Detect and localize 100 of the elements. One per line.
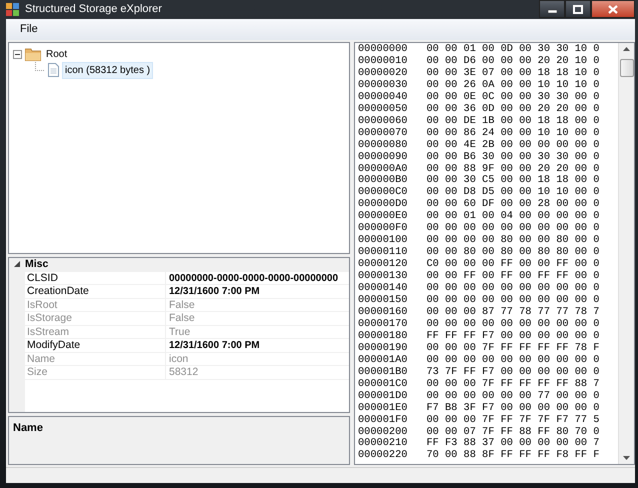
hex-address: 00000030	[358, 80, 408, 92]
tree-item[interactable]: icon (58312 bytes )	[62, 62, 154, 78]
hex-bytes: 00 00 00 00 00 00 77 00 00 0	[426, 390, 600, 403]
property-name: CLSID	[25, 272, 166, 284]
menu-item[interactable]: File	[14, 20, 44, 39]
hex-address: 00000020	[358, 68, 408, 80]
hex-address: 00000170	[358, 318, 408, 331]
hex-bytes: 00 00 00 00 00 00 00 00 00 0	[426, 295, 600, 307]
hex-address: 00000090	[358, 152, 408, 164]
hex-address: 00000130	[358, 271, 408, 283]
hex-address: 00000120	[358, 259, 408, 271]
hex-bytes: 00 00 00 00 00 00 00 00 00 0	[426, 354, 600, 367]
hex-address: 000001C0	[358, 378, 408, 391]
hex-address: 00000190	[358, 342, 408, 355]
collapse-icon[interactable]	[14, 261, 20, 268]
hex-bytes: 00 00 00 7F FF FF FF FF 88 7	[426, 378, 600, 391]
scroll-thumb[interactable]	[620, 59, 634, 77]
property-name: Size	[25, 366, 166, 378]
hex-bytes: 00 00 DE 1B 00 00 18 18 00 0	[426, 116, 600, 128]
hex-address: 00000050	[358, 104, 408, 116]
hex-bytes: 00 00 D6 00 00 00 20 20 10 0	[426, 56, 600, 68]
hex-address: 00000080	[358, 140, 408, 152]
hex-address: 000000D0	[358, 199, 408, 211]
hex-address: 00000110	[358, 247, 408, 259]
property-name: CreationDate	[25, 285, 166, 298]
hex-address: 00000140	[358, 283, 408, 295]
scroll-down-icon[interactable]	[623, 456, 630, 460]
hex-address: 000000E0	[358, 211, 408, 223]
minimize-button[interactable]	[539, 0, 565, 18]
property-value[interactable]: 12/31/1600 7:00 PM	[166, 285, 260, 298]
close-button[interactable]	[591, 0, 635, 18]
scrollbar[interactable]	[618, 43, 634, 464]
hex-address: 00000200	[358, 426, 408, 438]
hex-bytes: 00 00 36 0D 00 00 20 20 00 0	[426, 104, 600, 116]
hex-address: 000001A0	[358, 354, 408, 367]
hex-address: 000001B0	[358, 366, 408, 379]
maximize-icon	[573, 4, 583, 14]
property-name: ModifyDate	[25, 339, 166, 352]
hex-bytes: 00 00 4E 2B 00 00 00 00 00 0	[426, 140, 600, 152]
collapse-icon[interactable]	[13, 50, 22, 58]
property-name: IsRoot	[25, 298, 166, 311]
hex-bytes: 00 00 01 00 04 00 00 00 00 0	[426, 211, 600, 223]
property-value[interactable]: 12/31/1600 7:00 PM	[166, 339, 260, 352]
app-icon	[6, 2, 20, 16]
description-title: Name	[13, 422, 43, 434]
hex-bytes: 00 00 80 00 80 00 80 80 00 0	[426, 247, 600, 259]
hex-address: 00000100	[358, 235, 408, 247]
hex-address: 00000040	[358, 92, 408, 104]
tree-connector	[35, 62, 45, 71]
hex-bytes: 00 00 88 9F 00 00 20 20 00 0	[426, 164, 600, 175]
property-name: Name	[25, 352, 166, 365]
hex-bytes: 00 00 00 00 00 00 00 00 00 0	[426, 283, 600, 295]
hex-bytes: FF F3 88 37 00 00 00 00 00 7	[426, 438, 600, 450]
hex-address: 00000010	[358, 56, 408, 68]
hex-bytes: 00 00 D8 D5 00 00 10 10 00 0	[426, 187, 600, 199]
hex-bytes: 00 00 26 0A 00 00 10 10 10 0	[426, 80, 600, 92]
hex-address: 000000B0	[358, 175, 408, 187]
hex-bytes: 00 00 00 7F FF 7F 7F F7 77 5	[426, 414, 600, 426]
window-title: Structured Storage eXplorer	[25, 2, 162, 18]
hex-bytes: F7 B8 3F F7 00 00 00 00 00 0	[426, 402, 600, 415]
hex-bytes: 00 00 00 00 80 00 00 80 00 0	[426, 235, 600, 247]
hex-bytes: C0 00 00 00 FF 00 00 FF 00 0	[426, 259, 600, 271]
hex-bytes: 73 7F FF F7 00 00 00 00 00 0	[426, 366, 600, 379]
folder-icon	[25, 48, 41, 60]
hex-address: 000000F0	[358, 223, 408, 235]
hex-address: 00000000	[358, 44, 408, 56]
hex-bytes: 00 00 00 00 00 00 00 00 00 0	[426, 318, 600, 331]
hex-address: 00000060	[358, 116, 408, 128]
hex-address: 000001D0	[358, 390, 408, 403]
scroll-up-icon[interactable]	[623, 47, 630, 51]
hex-bytes: 00 00 00 87 77 78 77 77 78 7	[426, 306, 600, 319]
property-name: IsStream	[25, 326, 166, 338]
hex-address: 00000150	[358, 295, 408, 307]
hex-address: 00000160	[358, 306, 408, 319]
hex-bytes: 00 00 01 00 0D 00 30 30 10 0	[426, 44, 600, 56]
hex-address: 00000070	[358, 128, 408, 140]
property-value[interactable]: 00000000-0000-0000-0000-00000000	[166, 272, 338, 284]
hex-bytes: 00 00 60 DF 00 00 28 00 00 0	[426, 199, 600, 211]
hex-address: 00000180	[358, 330, 408, 343]
hex-bytes: 70 00 88 8F FF FF FF F8 FF F	[426, 450, 600, 462]
hex-bytes: 00 00 86 24 00 00 10 10 00 0	[426, 128, 600, 140]
hex-address: 000000A0	[358, 164, 408, 175]
property-name: IsStorage	[25, 312, 166, 324]
category-header[interactable]: Misc	[25, 258, 349, 270]
maximize-button[interactable]	[565, 0, 591, 18]
hex-bytes: FF FF FF F7 00 00 00 00 00 0	[426, 330, 600, 343]
hex-bytes: 00 00 30 C5 00 00 18 18 00 0	[426, 175, 600, 187]
document-icon	[48, 63, 59, 77]
hex-address: 000001F0	[358, 414, 408, 426]
hex-address: 00000220	[358, 450, 408, 462]
hex-address: 000001E0	[358, 402, 408, 415]
tree-item[interactable]: Root	[44, 46, 70, 62]
hex-bytes: 00 00 0E 0C 00 00 30 30 00 0	[426, 92, 600, 104]
hex-bytes: 00 00 B6 30 00 00 30 30 00 0	[426, 152, 600, 164]
hex-bytes: 00 00 07 7F FF 88 FF 80 70 0	[426, 426, 600, 438]
hex-bytes: 00 00 00 00 00 00 00 00 00 0	[426, 223, 600, 235]
hex-bytes: 00 00 00 7F FF FF FF FF 78 F	[426, 342, 600, 355]
hex-bytes: 00 00 3E 07 00 00 18 18 10 0	[426, 68, 600, 80]
close-icon	[608, 4, 618, 14]
hex-address: 000000C0	[358, 187, 408, 199]
